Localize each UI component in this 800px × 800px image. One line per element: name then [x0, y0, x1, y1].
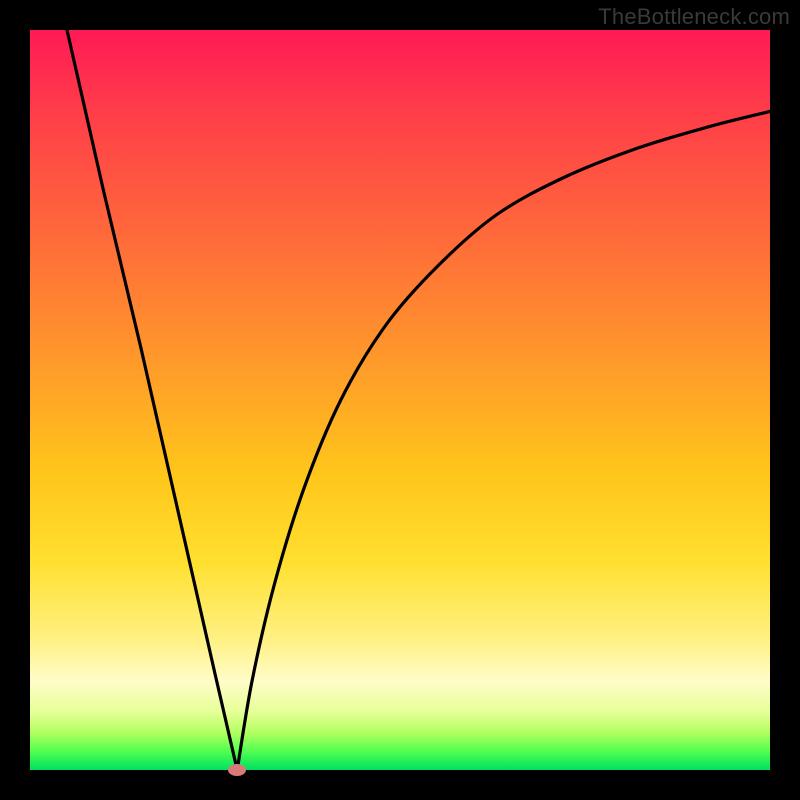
watermark-text: TheBottleneck.com [598, 4, 790, 30]
chart-frame: TheBottleneck.com [0, 0, 800, 800]
optimum-marker [228, 764, 246, 776]
bottleneck-curve [30, 30, 770, 770]
plot-area [30, 30, 770, 770]
curve-path [67, 30, 770, 770]
